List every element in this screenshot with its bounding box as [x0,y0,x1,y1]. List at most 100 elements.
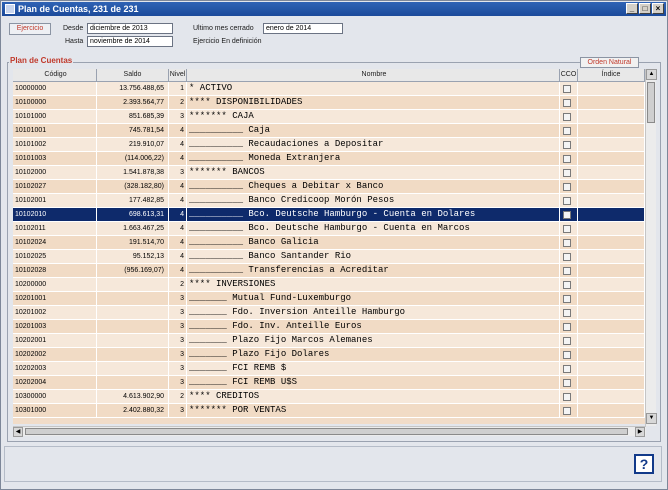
header-saldo[interactable]: Saldo [97,69,169,82]
scroll-left-icon[interactable]: ◀ [13,427,23,437]
close-button[interactable]: × [652,3,664,14]
cell-indice [578,390,645,404]
cell-nivel: 4 [169,208,187,222]
cco-checkbox[interactable] [563,183,571,191]
cco-checkbox[interactable] [563,281,571,289]
vertical-scrollbar[interactable]: ▲ ▼ [645,69,657,426]
header-indice[interactable]: Índice [578,69,645,82]
cco-checkbox[interactable] [563,351,571,359]
cco-checkbox[interactable] [563,99,571,107]
scroll-up-icon[interactable]: ▲ [646,69,657,80]
minimize-button[interactable]: _ [626,3,638,14]
cco-checkbox[interactable] [563,155,571,163]
cell-codigo: 10100000 [13,96,97,110]
grid-header: Código Saldo Nivel Nombre CCO Índice [13,69,645,83]
cell-nivel: 3 [169,292,187,306]
table-row[interactable]: 10101003 (114.006,22) 4 __________ Moneda E… [13,152,645,166]
table-row[interactable]: 10101002 219.910,07 4 __________ Recaudacio… [13,138,645,152]
cco-checkbox[interactable] [563,337,571,345]
cco-checkbox[interactable] [563,239,571,247]
cell-saldo: 2.402.880,32 [97,404,169,418]
cell-nivel: 4 [169,124,187,138]
cco-checkbox[interactable] [563,113,571,121]
table-row[interactable]: 10101000 851.685,39 3 ******* CAJA [13,110,645,124]
table-row[interactable]: 10102027 (328.182,80) 4 __________ Cheques … [13,180,645,194]
cell-cco [560,404,578,418]
table-row[interactable]: 10100000 2.393.564,77 2 **** DISPONIBILIDAD… [13,96,645,110]
help-button[interactable]: ? [634,454,654,474]
cell-saldo [97,348,169,362]
table-row[interactable]: 10102025 95.152,13 4 __________ Banco Santa… [13,250,645,264]
cco-checkbox[interactable] [563,309,571,317]
table-row[interactable]: 10201002 3 _______ Fdo. Inversion Anteille… [13,306,645,320]
cco-checkbox[interactable] [563,169,571,177]
cco-checkbox[interactable] [563,323,571,331]
cell-saldo: 177.482,85 [97,194,169,208]
cell-indice [578,236,645,250]
table-row[interactable]: 10301000 2.402.880,32 3 ******* POR VENTAS [13,404,645,418]
cell-nombre: _______ Fdo. Inversion Anteille Hamburgo [187,306,560,320]
cco-checkbox[interactable] [563,295,571,303]
hasta-field[interactable]: noviembre de 2014 [87,36,173,47]
header-nivel[interactable]: Nivel [169,69,187,82]
header-cco[interactable]: CCO [560,69,578,82]
horizontal-scroll-thumb[interactable] [25,428,628,435]
cco-checkbox[interactable] [563,127,571,135]
cco-checkbox[interactable] [563,365,571,373]
ejercicio-button[interactable]: Ejercicio [9,23,51,35]
cell-indice [578,124,645,138]
cell-cco [560,194,578,208]
desde-field[interactable]: diciembre de 2013 [87,23,173,34]
cell-nombre: _______ FCI REMB $ [187,362,560,376]
table-row[interactable]: 10300000 4.613.902,90 2 **** CREDITOS [13,390,645,404]
cell-codigo: 10101000 [13,110,97,124]
cco-checkbox[interactable] [563,267,571,275]
table-row[interactable]: 10200000 2 **** INVERSIONES [13,278,645,292]
maximize-button[interactable]: □ [639,3,651,14]
cco-checkbox[interactable] [563,211,571,219]
table-row[interactable]: 10102001 177.482,85 4 __________ Banco Cred… [13,194,645,208]
ultimo-mes-field[interactable]: enero de 2014 [263,23,343,34]
table-row[interactable]: 10102028 (956.169,07) 4 __________ Transfer… [13,264,645,278]
cell-nombre: __________ Cheques a Debitar x Banco [187,180,560,194]
cell-codigo: 10102011 [13,222,97,236]
cco-checkbox[interactable] [563,407,571,415]
cco-checkbox[interactable] [563,141,571,149]
table-row[interactable]: 10101001 745.781,54 4 __________ Caja [13,124,645,138]
cell-saldo [97,306,169,320]
cell-indice [578,292,645,306]
table-row[interactable]: 10102000 1.541.878,38 3 ******* BANCOS [13,166,645,180]
cell-codigo: 10102025 [13,250,97,264]
table-row[interactable]: 10202003 3 _______ FCI REMB $ [13,362,645,376]
cco-checkbox[interactable] [563,253,571,261]
header-nombre[interactable]: Nombre [187,69,560,82]
cell-cco [560,208,578,222]
table-row[interactable]: 10202004 3 _______ FCI REMB U$S [13,376,645,390]
table-row[interactable]: 10202001 3 _______ Plazo Fijo Marcos Alema… [13,334,645,348]
cell-indice [578,278,645,292]
cco-checkbox[interactable] [563,379,571,387]
scroll-down-icon[interactable]: ▼ [646,413,657,424]
cco-checkbox[interactable] [563,85,571,93]
table-row[interactable]: 10000000 13.756.488,65 1 * ACTIVO [13,82,645,96]
table-row[interactable]: 10202002 3 _______ Plazo Fijo Dolares [13,348,645,362]
cell-nombre: **** DISPONIBILIDADES [187,96,560,110]
table-row[interactable]: 10102024 191.514,70 4 __________ Banco Gali… [13,236,645,250]
table-row[interactable]: 10201001 3 _______ Mutual Fund-Luxemburgo [13,292,645,306]
cco-checkbox[interactable] [563,393,571,401]
horizontal-scrollbar[interactable]: ◀ ▶ [13,426,646,437]
cco-checkbox[interactable] [563,197,571,205]
cell-nivel: 3 [169,362,187,376]
table-row[interactable]: 10201003 3 _______ Fdo. Inv. Anteille Euro… [13,320,645,334]
header-codigo[interactable]: Código [13,69,97,82]
vertical-scroll-thumb[interactable] [647,82,655,123]
table-row[interactable]: 10102010 698.613,31 4 __________ Bco. Deuts… [13,208,645,222]
cell-nombre: ******* CAJA [187,110,560,124]
table-row[interactable]: 10102011 1.663.467,25 4 __________ Bco. Deu… [13,222,645,236]
orden-natural-button[interactable]: Orden Natural [580,57,639,68]
cco-checkbox[interactable] [563,225,571,233]
cell-cco [560,250,578,264]
cell-nombre: _______ Mutual Fund-Luxemburgo [187,292,560,306]
scroll-right-icon[interactable]: ▶ [635,427,645,437]
ultimo-mes-label: Ultimo mes cerrado [193,25,254,32]
